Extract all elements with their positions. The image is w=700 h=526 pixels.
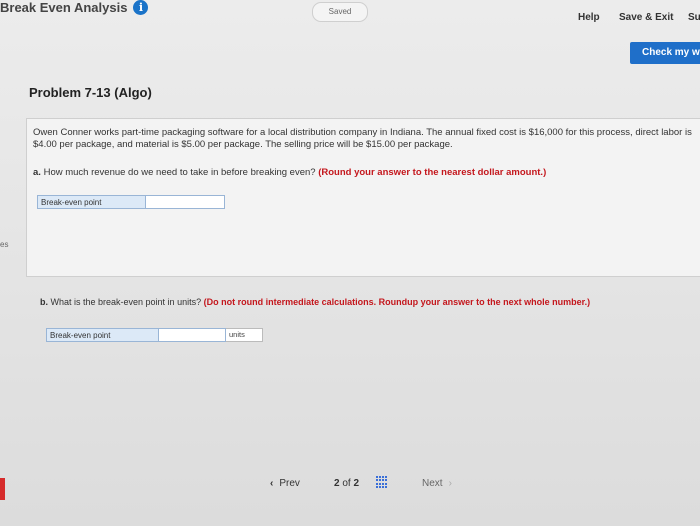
problem-text: Owen Conner works part-time packaging so… xyxy=(33,127,692,150)
part-b-question: b. What is the break-even point in units… xyxy=(40,297,590,307)
page-indicator: 2 of 2 xyxy=(334,478,359,489)
question-box: Owen Conner works part-time packaging so… xyxy=(26,118,700,277)
assignment-page: Break Even Analysis i Saved Help Save & … xyxy=(0,0,700,526)
app-title-text: Break Even Analysis xyxy=(0,0,128,15)
part-b-prefix: b. xyxy=(40,297,48,307)
saved-status: Saved xyxy=(312,2,368,22)
part-a-answer-row: Break-even point xyxy=(37,195,225,209)
part-b-answer-row: Break-even point units xyxy=(46,328,263,342)
help-button[interactable]: Help xyxy=(578,12,600,23)
part-a-instruction: (Round your answer to the nearest dollar… xyxy=(318,167,547,178)
next-label: Next xyxy=(422,478,443,489)
page-of: of xyxy=(342,478,351,489)
part-b-section: b. What is the break-even point in units… xyxy=(40,275,700,405)
page-total: 2 xyxy=(353,478,360,489)
prev-button[interactable]: ‹ Prev xyxy=(270,478,300,489)
part-b-instruction: (Do not round intermediate calculations.… xyxy=(203,297,591,307)
info-icon[interactable]: i xyxy=(133,0,149,15)
next-button[interactable]: Next › xyxy=(422,478,452,489)
part-a-prefix: a. xyxy=(33,167,41,178)
problem-title: Problem 7-13 (Algo) xyxy=(29,85,152,100)
side-label: es xyxy=(0,240,9,249)
submit-button[interactable]: Su xyxy=(688,12,700,23)
part-b-answer-input[interactable] xyxy=(159,328,226,342)
part-b-answer-label: Break-even point xyxy=(46,328,159,342)
prev-label: Prev xyxy=(279,478,300,489)
grid-icon[interactable] xyxy=(376,476,388,488)
part-a-answer-label: Break-even point xyxy=(37,195,146,209)
chevron-right-icon: › xyxy=(448,478,452,489)
part-b-text: What is the break-even point in units? xyxy=(48,297,204,307)
side-marker xyxy=(0,478,5,500)
page-current: 2 xyxy=(334,478,340,489)
part-a-answer-input[interactable] xyxy=(146,195,225,209)
app-title: Break Even Analysis i xyxy=(0,0,149,15)
check-my-work-button[interactable]: Check my wo xyxy=(630,42,700,64)
part-b-unit-label: units xyxy=(226,328,263,342)
chevron-left-icon: ‹ xyxy=(270,478,274,489)
part-a-question: a. How much revenue do we need to take i… xyxy=(33,167,700,178)
save-exit-button[interactable]: Save & Exit xyxy=(619,12,673,23)
part-a-text: How much revenue do we need to take in b… xyxy=(40,167,319,178)
